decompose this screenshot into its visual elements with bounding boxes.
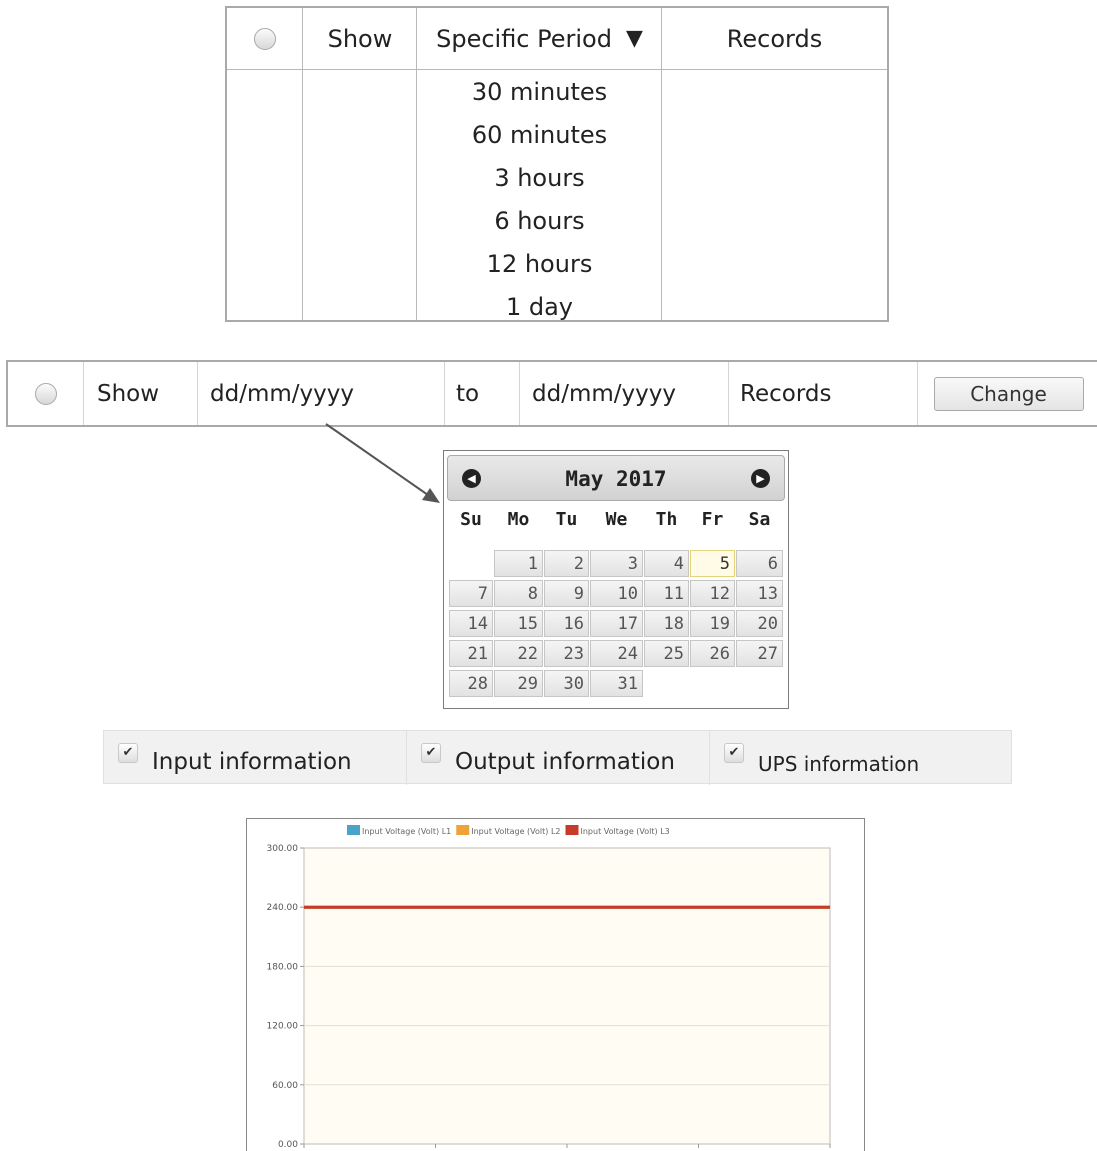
period-dropdown[interactable]: Specific Period ▼ bbox=[417, 8, 662, 69]
calendar-day[interactable]: 7 bbox=[449, 580, 493, 607]
checkmark-icon[interactable]: ✔ bbox=[421, 743, 441, 763]
period-radio[interactable] bbox=[254, 27, 276, 50]
y-tick-label: 0.00 bbox=[278, 1140, 298, 1150]
calendar-day[interactable]: 5 bbox=[690, 550, 735, 577]
calendar-day[interactable]: 8 bbox=[494, 580, 543, 607]
weekday-header: Sa bbox=[748, 509, 771, 530]
voltage-chart-svg: 0.0060.00120.00180.00240.00300.0005/05/2… bbox=[267, 825, 831, 1150]
y-tick-label: 120.00 bbox=[267, 1022, 299, 1032]
y-tick-label: 240.00 bbox=[267, 903, 299, 913]
from-date-field[interactable]: dd/mm/yyyy bbox=[198, 362, 445, 425]
period-records-label: Records bbox=[726, 24, 823, 53]
date-picker: May 2017 ◀ ▶ Su Mo Tu We Th Fr Sa 1 2 3 4 5 6 7 8 9 10 11… bbox=[443, 450, 789, 709]
calendar-day[interactable]: 28 bbox=[449, 670, 493, 697]
calendar-day[interactable]: 3 bbox=[590, 550, 643, 577]
weekday-header: Fr bbox=[701, 509, 724, 530]
change-button-cell: Change bbox=[918, 362, 1097, 425]
calendar-day[interactable]: 24 bbox=[590, 640, 643, 667]
weekday-header: Th bbox=[655, 509, 678, 530]
calendar-day[interactable]: 17 bbox=[590, 610, 643, 637]
calendar-month-title: May 2017 bbox=[565, 467, 667, 491]
ups-information-option[interactable]: ✔ UPS information bbox=[710, 731, 1012, 785]
to-date-field[interactable]: dd/mm/yyyy bbox=[520, 362, 729, 425]
legend-swatch bbox=[565, 825, 579, 835]
y-tick-label: 300.00 bbox=[267, 844, 299, 854]
checkbox-label: Input information bbox=[152, 749, 352, 775]
period-options-list: 30 minutes 60 minutes 3 hours 6 hours 12… bbox=[417, 70, 662, 328]
period-show-label: Show bbox=[327, 24, 393, 53]
calendar-day[interactable]: 10 bbox=[590, 580, 643, 607]
period-radio-cell[interactable] bbox=[227, 8, 303, 69]
calendar-day[interactable]: 9 bbox=[544, 580, 589, 607]
calendar-day[interactable]: 16 bbox=[544, 610, 589, 637]
checkmark-icon[interactable]: ✔ bbox=[118, 743, 138, 763]
input-information-option[interactable]: ✔ Input information bbox=[104, 731, 407, 785]
date-range-row: Show dd/mm/yyyy to dd/mm/yyyy Records Ch… bbox=[6, 360, 1097, 427]
calendar-day[interactable]: 23 bbox=[544, 640, 589, 667]
period-option[interactable]: 6 hours bbox=[417, 199, 662, 242]
calendar-day[interactable]: 1 bbox=[494, 550, 543, 577]
dropdown-arrow-icon[interactable]: ▼ bbox=[626, 26, 643, 51]
y-tick-label: 180.00 bbox=[267, 962, 299, 972]
calendar-day[interactable]: 2 bbox=[544, 550, 589, 577]
calendar-day[interactable]: 6 bbox=[736, 550, 783, 577]
calendar-day[interactable]: 27 bbox=[736, 640, 783, 667]
legend-label: Input Voltage (Volt) L1 bbox=[362, 827, 451, 836]
info-checkbox-bar: ✔ Input information ✔ Output information… bbox=[103, 730, 1012, 785]
period-option[interactable]: 1 day bbox=[417, 285, 662, 328]
calendar-day[interactable]: 22 bbox=[494, 640, 543, 667]
calendar-day[interactable]: 12 bbox=[690, 580, 735, 607]
calendar-day[interactable]: 19 bbox=[690, 610, 735, 637]
prev-month-icon[interactable]: ◀ bbox=[462, 469, 481, 488]
calendar-day[interactable]: 11 bbox=[644, 580, 689, 607]
legend-label: Input Voltage (Volt) L3 bbox=[581, 827, 670, 836]
output-information-option[interactable]: ✔ Output information bbox=[407, 731, 710, 785]
weekday-header: We bbox=[605, 509, 628, 530]
next-month-icon[interactable]: ▶ bbox=[751, 469, 770, 488]
checkbox-label: UPS information bbox=[758, 752, 920, 776]
to-label: to bbox=[445, 362, 520, 425]
plot-area bbox=[303, 847, 831, 1145]
calendar-day[interactable]: 31 bbox=[590, 670, 643, 697]
date-radio-cell[interactable] bbox=[8, 362, 84, 425]
calendar-day[interactable]: 29 bbox=[494, 670, 543, 697]
calendar-day[interactable]: 25 bbox=[644, 640, 689, 667]
calendar-day[interactable]: 18 bbox=[644, 610, 689, 637]
calendar-day[interactable]: 30 bbox=[544, 670, 589, 697]
legend-swatch bbox=[347, 825, 360, 835]
checkmark-icon[interactable]: ✔ bbox=[724, 743, 744, 763]
date-records-label: Records bbox=[729, 362, 918, 425]
period-option[interactable]: 60 minutes bbox=[417, 113, 662, 156]
checkbox-label: Output information bbox=[455, 749, 675, 775]
calendar-header: May 2017 ◀ ▶ bbox=[447, 455, 785, 501]
period-option[interactable]: 3 hours bbox=[417, 156, 662, 199]
calendar-day[interactable]: 21 bbox=[449, 640, 493, 667]
calendar-day[interactable]: 13 bbox=[736, 580, 783, 607]
weekday-header: Su bbox=[460, 509, 482, 530]
period-table: Show Specific Period ▼ Records 30 minute… bbox=[225, 6, 889, 322]
legend-label: Input Voltage (Volt) L2 bbox=[471, 827, 560, 836]
date-radio[interactable] bbox=[34, 382, 57, 405]
voltage-chart: 0.0060.00120.00180.00240.00300.0005/05/2… bbox=[246, 818, 865, 1151]
legend-swatch bbox=[456, 825, 470, 835]
change-button[interactable]: Change bbox=[933, 376, 1084, 411]
weekday-header: Mo bbox=[507, 509, 530, 530]
calendar-day[interactable]: 20 bbox=[736, 610, 783, 637]
period-option[interactable]: 30 minutes bbox=[417, 70, 662, 113]
calendar-day[interactable]: 15 bbox=[494, 610, 543, 637]
calendar-day[interactable]: 26 bbox=[690, 640, 735, 667]
weekday-header: Tu bbox=[555, 509, 578, 530]
period-dropdown-label: Specific Period bbox=[436, 24, 612, 53]
calendar-day[interactable]: 14 bbox=[449, 610, 493, 637]
calendar-day[interactable]: 4 bbox=[644, 550, 689, 577]
date-show-label: Show bbox=[84, 362, 198, 425]
period-option[interactable]: 12 hours bbox=[417, 242, 662, 285]
y-tick-label: 60.00 bbox=[272, 1081, 298, 1091]
